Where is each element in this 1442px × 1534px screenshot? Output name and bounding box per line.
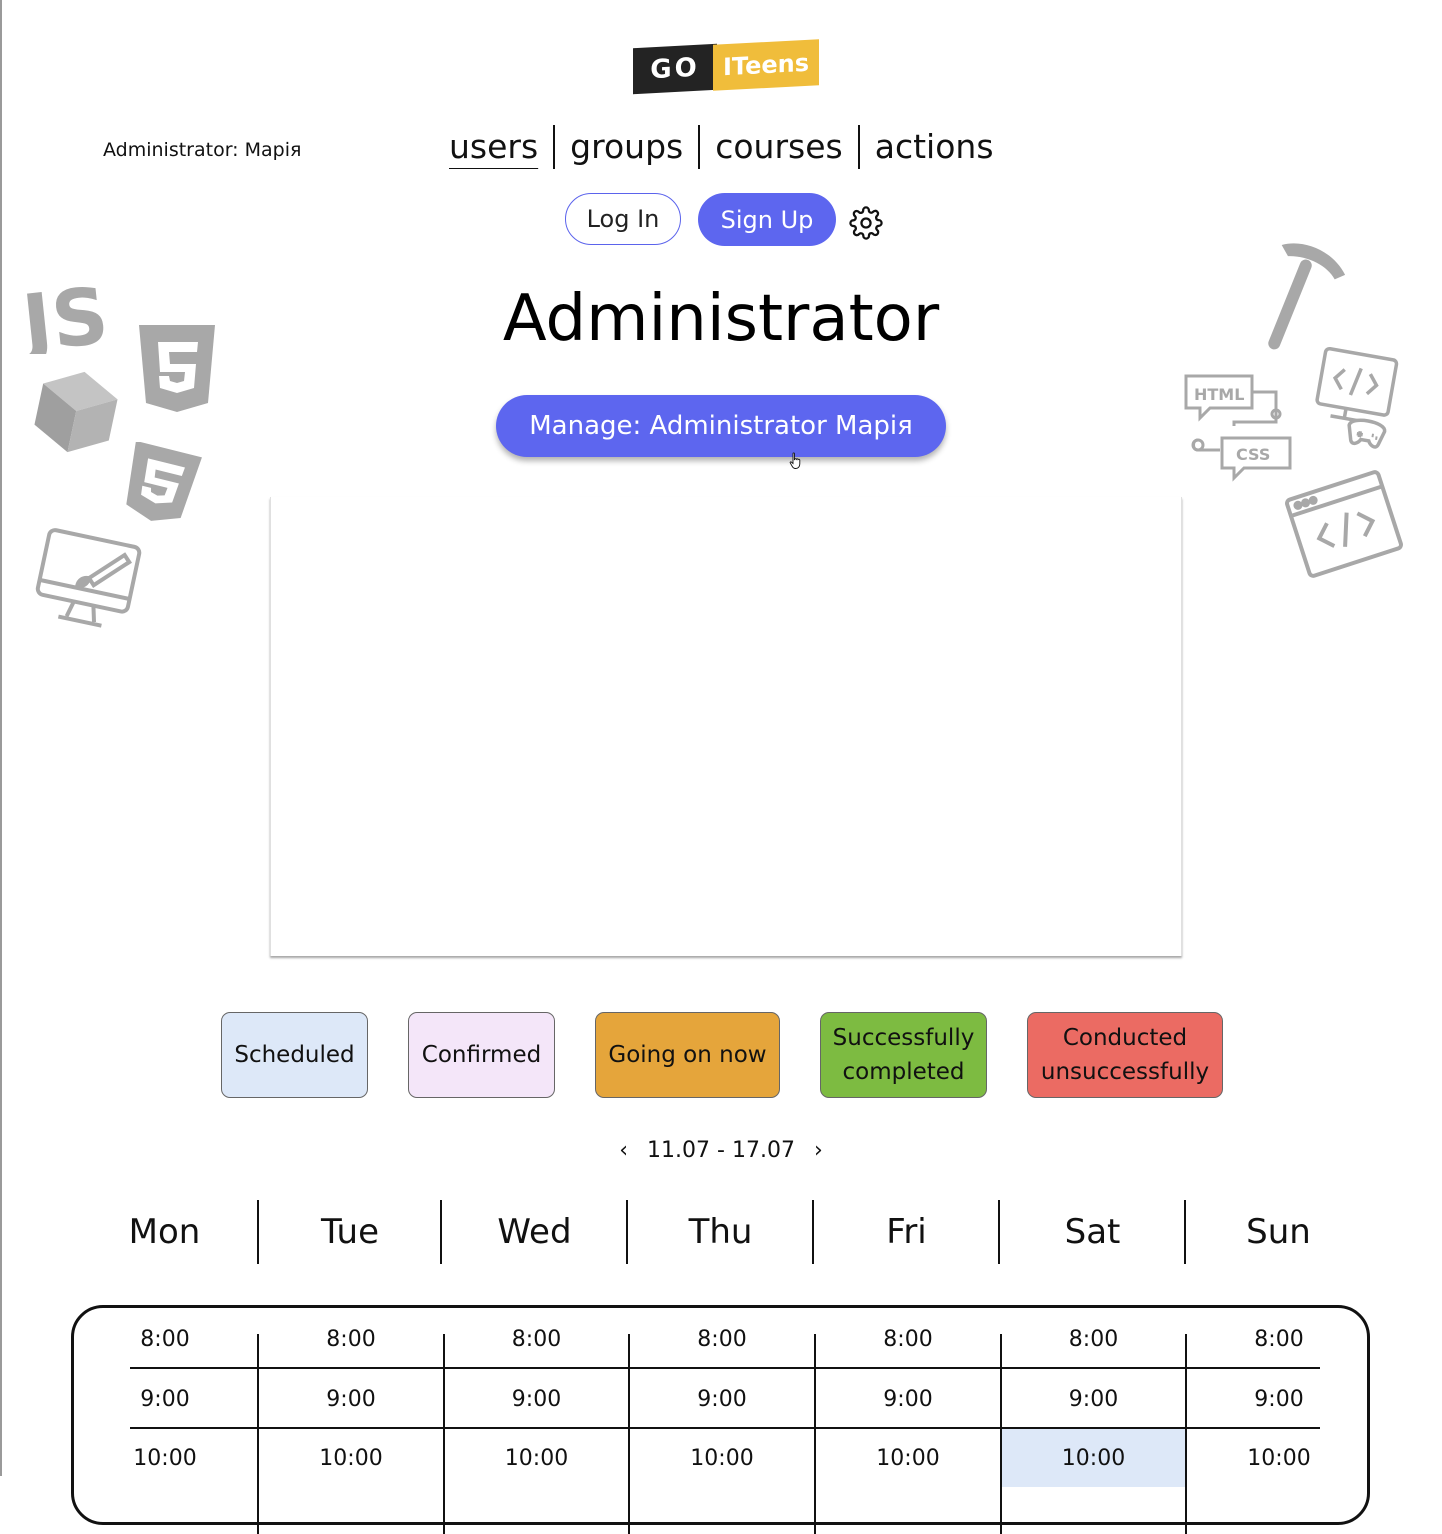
legend-conducted-unsuccessfully: Conducted unsuccessfully bbox=[1027, 1012, 1223, 1098]
slot-thu-9[interactable]: 9:00 bbox=[630, 1370, 814, 1428]
slot-sat-9[interactable]: 9:00 bbox=[1002, 1370, 1185, 1428]
week-navigator: ‹ 11.07 - 17.07 › bbox=[0, 1138, 1442, 1163]
slot-sun-9[interactable]: 9:00 bbox=[1187, 1370, 1371, 1428]
legend-scheduled: Scheduled bbox=[221, 1012, 368, 1098]
content-panel bbox=[270, 497, 1182, 956]
legend-successfully-completed: Successfully completed bbox=[820, 1012, 987, 1098]
slot-sun-8[interactable]: 8:00 bbox=[1187, 1310, 1371, 1368]
signup-button[interactable]: Sign Up bbox=[698, 193, 836, 246]
pickaxe-icon bbox=[1268, 243, 1346, 350]
browser-code-icon bbox=[1285, 470, 1403, 578]
logo-iteens: ITeens bbox=[713, 39, 819, 91]
slot-tue-8[interactable]: 8:00 bbox=[259, 1310, 443, 1368]
logo-go: GO bbox=[633, 43, 717, 95]
day-mon: Mon bbox=[128, 1212, 201, 1252]
slot-mon-8[interactable]: 8:00 bbox=[110, 1310, 220, 1368]
day-wed: Wed bbox=[497, 1212, 572, 1252]
legend-confirmed-label: Confirmed bbox=[421, 1042, 542, 1068]
legend-confirmed: Confirmed bbox=[408, 1012, 555, 1098]
nav-users[interactable]: users bbox=[449, 125, 553, 169]
slot-thu-10[interactable]: 10:00 bbox=[630, 1429, 814, 1487]
slot-sun-10[interactable]: 10:00 bbox=[1187, 1429, 1371, 1487]
slot-sat-10-scheduled[interactable]: 10:00 bbox=[1002, 1429, 1185, 1487]
left-border bbox=[0, 0, 2, 1476]
day-sat: Sat bbox=[1064, 1212, 1121, 1252]
day-thu: Thu bbox=[688, 1212, 753, 1252]
slot-fri-10[interactable]: 10:00 bbox=[816, 1429, 1000, 1487]
manage-button[interactable]: Manage: Administrator Марія bbox=[496, 395, 946, 457]
html-css-icon: HTML CSS bbox=[1184, 374, 1292, 482]
legend-going-on-now: Going on now bbox=[595, 1012, 780, 1098]
legend-going-on-now-label: Going on now bbox=[608, 1042, 767, 1068]
day-fri: Fri bbox=[886, 1212, 927, 1252]
slot-tue-10[interactable]: 10:00 bbox=[259, 1429, 443, 1487]
login-button[interactable]: Log In bbox=[565, 193, 681, 245]
nav-courses[interactable]: courses bbox=[698, 125, 858, 169]
next-week-icon[interactable]: › bbox=[814, 1138, 823, 1163]
slot-mon-10[interactable]: 10:00 bbox=[110, 1429, 220, 1487]
schedule-grid: 8:00 8:00 8:00 8:00 8:00 8:00 8:00 9:00 … bbox=[71, 1305, 1371, 1534]
cube-icon bbox=[34, 371, 118, 453]
slot-mon-9[interactable]: 9:00 bbox=[110, 1370, 220, 1428]
slot-sat-8[interactable]: 8:00 bbox=[1002, 1310, 1185, 1368]
svg-text:CSS: CSS bbox=[1236, 445, 1270, 464]
day-sun: Sun bbox=[1246, 1212, 1311, 1252]
hand-cursor-icon bbox=[789, 452, 801, 469]
slot-tue-9[interactable]: 9:00 bbox=[259, 1370, 443, 1428]
svg-text:JS: JS bbox=[20, 271, 113, 354]
monitor-paint-icon bbox=[35, 528, 142, 628]
slot-wed-10[interactable]: 10:00 bbox=[445, 1429, 628, 1487]
gear-icon[interactable] bbox=[849, 206, 883, 240]
slot-wed-9[interactable]: 9:00 bbox=[445, 1370, 628, 1428]
css3-icon bbox=[126, 442, 202, 521]
slot-thu-8[interactable]: 8:00 bbox=[630, 1310, 814, 1368]
js-icon: JS bbox=[20, 271, 113, 354]
svg-text:HTML: HTML bbox=[1194, 385, 1244, 404]
legend-successfully-completed-label: Successfully completed bbox=[832, 1025, 975, 1085]
day-tue: Tue bbox=[320, 1212, 380, 1252]
week-range: 11.07 - 17.07 bbox=[647, 1138, 795, 1163]
nav-actions[interactable]: actions bbox=[857, 125, 1009, 169]
slot-fri-9[interactable]: 9:00 bbox=[816, 1370, 1000, 1428]
slot-fri-8[interactable]: 8:00 bbox=[816, 1310, 1000, 1368]
legend-conducted-unsuccessfully-label: Conducted unsuccessfully bbox=[1040, 1025, 1210, 1085]
current-user-label: Administrator: Марія bbox=[103, 139, 302, 161]
html5-icon bbox=[139, 325, 215, 412]
day-headers: Mon Tue Wed Thu Fri Sat Sun bbox=[72, 1200, 1370, 1264]
nav-groups[interactable]: groups bbox=[553, 125, 698, 169]
legend-scheduled-label: Scheduled bbox=[234, 1042, 355, 1068]
prev-week-icon[interactable]: ‹ bbox=[619, 1138, 628, 1163]
main-nav: users groups courses actions bbox=[449, 124, 1009, 170]
goiteens-logo[interactable]: GO ITeens bbox=[633, 39, 823, 95]
slot-wed-8[interactable]: 8:00 bbox=[445, 1310, 628, 1368]
computer-game-icon bbox=[1315, 346, 1399, 449]
